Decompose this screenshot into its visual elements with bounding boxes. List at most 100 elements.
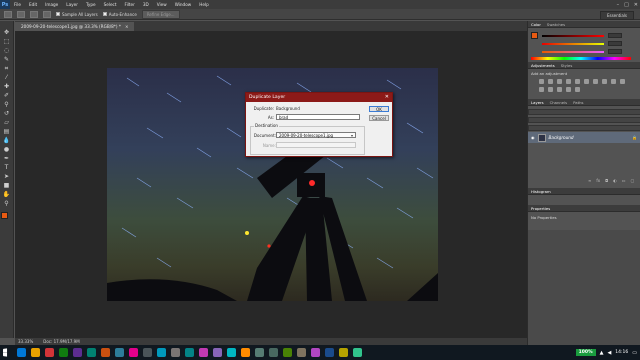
vibrance-icon[interactable] — [575, 79, 580, 84]
taskbar-app-icon[interactable] — [185, 348, 194, 357]
gradient-tool-icon[interactable]: ▤ — [2, 128, 11, 135]
menu-image[interactable]: Image — [41, 2, 62, 7]
clock[interactable]: 14:16 — [615, 350, 628, 355]
taskbar-app-icon[interactable] — [339, 348, 348, 357]
color-swatches[interactable] — [1, 212, 12, 224]
taskbar-app-icon[interactable] — [143, 348, 152, 357]
close-tab-icon[interactable]: × — [125, 24, 129, 29]
green-slider[interactable] — [542, 43, 604, 45]
notification-icon[interactable]: ▭ — [632, 350, 637, 356]
move-tool-icon[interactable]: ✥ — [2, 29, 11, 36]
taskbar-app-icon[interactable] — [115, 348, 124, 357]
tab-paths[interactable]: Paths — [573, 100, 583, 105]
refine-edge-button[interactable]: Refine Edge... — [141, 9, 180, 19]
menu-window[interactable]: Window — [171, 2, 196, 7]
taskbar-app-icon[interactable] — [157, 348, 166, 357]
dodge-tool-icon[interactable]: ● — [2, 146, 11, 153]
document-select[interactable]: 2009-09-20-telescope1.jpg ▾ — [276, 132, 356, 138]
green-value-field[interactable] — [608, 41, 622, 46]
taskbar-app-icon[interactable] — [73, 348, 82, 357]
sample-all-layers-checkbox[interactable]: Sample All Layers — [56, 12, 98, 17]
taskbar-app-icon[interactable] — [101, 348, 110, 357]
canvas-area[interactable] — [15, 31, 527, 338]
auto-enhance-checkbox[interactable]: Auto-Enhance — [102, 12, 137, 17]
black-white-icon[interactable] — [602, 79, 607, 84]
add-to-selection-icon[interactable] — [17, 10, 25, 18]
taskbar-app-icon[interactable] — [59, 348, 68, 357]
shape-tool-icon[interactable]: ■ — [2, 182, 11, 189]
healing-tool-icon[interactable]: ✚ — [2, 83, 11, 90]
windows-start-icon[interactable] — [3, 348, 8, 357]
network-icon[interactable]: ▲ — [600, 350, 604, 356]
new-group-icon[interactable]: ▭ — [622, 178, 626, 183]
brush-tool-icon[interactable]: ✐ — [2, 92, 11, 99]
layer-filter-row[interactable] — [528, 109, 640, 115]
type-tool-icon[interactable]: T — [2, 164, 11, 171]
layer-item[interactable]: ◉ Background 🔒 — [528, 132, 640, 143]
clone-stamp-tool-icon[interactable]: ⚲ — [2, 101, 11, 108]
taskbar-app-icon[interactable] — [241, 348, 250, 357]
zoom-tool-icon[interactable]: ⚲ — [2, 200, 11, 207]
eraser-tool-icon[interactable]: ▱ — [2, 119, 11, 126]
threshold-icon[interactable] — [557, 87, 562, 92]
color-spectrum-bar[interactable] — [531, 57, 631, 60]
menu-type[interactable]: Type — [82, 2, 100, 7]
history-brush-tool-icon[interactable]: ↺ — [2, 110, 11, 117]
menu-layer[interactable]: Layer — [62, 2, 82, 7]
taskbar-app-icon[interactable] — [199, 348, 208, 357]
quick-select-tool-icon[interactable]: ✎ — [2, 56, 11, 63]
menu-file[interactable]: File — [10, 2, 25, 7]
levels-icon[interactable] — [548, 79, 553, 84]
selective-color-icon[interactable] — [575, 87, 580, 92]
tab-adjustments[interactable]: Adjustments — [531, 63, 555, 68]
zoom-level[interactable]: 33.33% — [18, 339, 33, 344]
new-layer-icon[interactable]: ▢ — [631, 178, 635, 183]
taskbar-app-icon[interactable] — [353, 348, 362, 357]
workspace-dropdown[interactable]: Essentials — [599, 11, 634, 20]
menu-edit[interactable]: Edit — [25, 2, 41, 7]
maximize-button[interactable]: □ — [624, 2, 629, 8]
ok-button[interactable]: OK — [369, 106, 389, 112]
tab-styles[interactable]: Styles — [561, 63, 573, 68]
link-layers-icon[interactable]: ∞ — [588, 178, 591, 183]
taskbar-app-icon[interactable] — [311, 348, 320, 357]
taskbar-app-icon[interactable] — [45, 348, 54, 357]
taskbar-app-icon[interactable] — [87, 348, 96, 357]
pen-tool-icon[interactable]: ✒ — [2, 155, 11, 162]
gradient-map-icon[interactable] — [566, 87, 571, 92]
as-input[interactable]: brad — [276, 114, 360, 120]
exposure-icon[interactable] — [566, 79, 571, 84]
taskbar-app-icon[interactable] — [297, 348, 306, 357]
taskbar-app-icon[interactable] — [269, 348, 278, 357]
color-balance-icon[interactable] — [593, 79, 598, 84]
foreground-color-swatch[interactable] — [1, 212, 8, 219]
taskbar-app-icon[interactable] — [255, 348, 264, 357]
quick-select-tool-icon[interactable] — [4, 10, 12, 18]
menu-select[interactable]: Select — [100, 2, 121, 7]
red-value-field[interactable] — [608, 33, 622, 38]
marquee-tool-icon[interactable]: ⬚ — [2, 38, 11, 45]
layer-style-icon[interactable]: fx — [596, 178, 600, 183]
subtract-selection-icon[interactable] — [30, 10, 38, 18]
taskbar-app-icon[interactable] — [129, 348, 138, 357]
curves-icon[interactable] — [557, 79, 562, 84]
dialog-close-button[interactable]: ✕ — [385, 94, 389, 100]
menu-help[interactable]: Help — [195, 2, 213, 7]
color-panel-foreground-swatch[interactable] — [531, 32, 538, 39]
layer-mask-icon[interactable]: ◘ — [605, 178, 608, 183]
menu-3d[interactable]: 3D — [139, 2, 153, 7]
tab-color[interactable]: Color — [531, 22, 541, 27]
taskbar-app-icon[interactable] — [227, 348, 236, 357]
hue-saturation-icon[interactable] — [584, 79, 589, 84]
taskbar-app-icon[interactable] — [283, 348, 292, 357]
menu-view[interactable]: View — [153, 2, 171, 7]
battery-indicator[interactable]: 100% — [575, 349, 596, 356]
invert-icon[interactable] — [539, 87, 544, 92]
tab-properties[interactable]: Properties — [531, 206, 550, 211]
crop-tool-icon[interactable]: ⌗ — [2, 65, 11, 72]
brush-size-icon[interactable] — [43, 10, 51, 18]
eye-icon[interactable]: ◉ — [531, 135, 535, 140]
hand-tool-icon[interactable]: ✋ — [2, 191, 11, 198]
blue-slider[interactable] — [542, 51, 604, 53]
red-slider[interactable] — [542, 35, 604, 37]
